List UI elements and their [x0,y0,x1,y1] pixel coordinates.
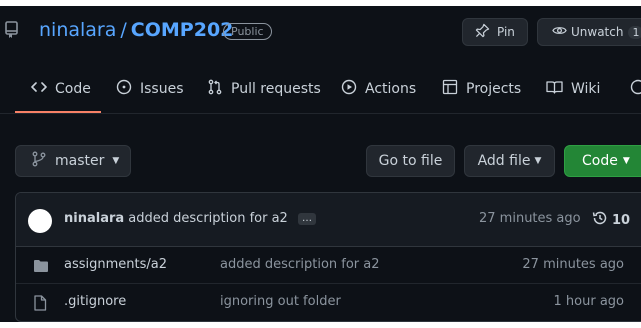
repo-owner-link[interactable]: ninalara [39,19,116,41]
visibility-badge: Public [223,23,272,40]
tab-pull-requests-label: Pull requests [231,81,321,97]
history-icon [592,210,608,230]
tab-overflow[interactable] [630,79,641,99]
commit-text[interactable]: added description for a2 [128,211,288,226]
tab-code-label: Code [55,81,91,97]
latest-commit: ninalara added description for a2 … 27 m… [16,193,641,247]
code-button[interactable]: Code ▼ [564,145,641,177]
eye-icon [552,23,567,41]
unwatch-label: Unwatch [571,25,624,39]
file-row: .gitignore ignoring out folder 1 hour ag… [16,284,641,321]
play-icon [341,79,365,99]
branch-name: master [55,153,105,169]
file-name[interactable]: .gitignore [64,294,126,309]
commit-message: ninalara added description for a2 … [64,211,316,226]
pin-label: Pin [497,25,515,39]
tab-wiki-label: Wiki [571,81,601,97]
branch-icon [32,151,46,171]
chevron-down-icon: ▼ [534,156,542,166]
pin-button[interactable]: Pin [462,18,528,46]
file-browser: ninalara added description for a2 … 27 m… [15,192,641,322]
commit-history-link[interactable]: 10 [592,210,630,230]
book-icon [546,79,571,99]
repo-page: ninalara/COMP202 Public Pin Unwatch 1 [0,6,641,322]
file-row: assignments/a2 added description for a2 … [16,247,641,284]
avatar[interactable] [28,209,52,233]
repo-name-link[interactable]: COMP202 [131,19,234,41]
repo-header: ninalara / COMP202 Public Pin Unwatch 1 [0,6,641,58]
folder-icon [33,258,49,277]
watch-count: 1 [628,25,641,39]
tab-issues[interactable]: Issues [116,79,184,99]
nav-divider [0,113,641,114]
unwatch-button[interactable]: Unwatch 1 [537,18,641,46]
code-button-label: Code [582,153,618,169]
file-commit-time: 27 minutes ago [522,257,624,272]
code-icon [31,79,55,99]
add-file-button[interactable]: Add file ▼ [464,145,555,177]
file-commit-time: 1 hour ago [553,294,624,309]
tab-actions[interactable]: Actions [341,79,416,99]
add-file-label: Add file [477,153,531,169]
file-commit-message[interactable]: added description for a2 [220,257,380,272]
pull-request-icon [207,79,231,99]
issue-icon [116,79,140,99]
table-icon [442,79,466,99]
expand-commit-button[interactable]: … [297,212,316,225]
repo-title: ninalara / COMP202 [39,19,233,41]
file-commit-message[interactable]: ignoring out folder [220,294,341,309]
chevron-down-icon: ▼ [622,156,630,166]
tab-wiki[interactable]: Wiki [546,79,600,99]
chevron-down-icon: ▼ [112,156,120,166]
go-to-file-button[interactable]: Go to file [366,145,455,177]
go-to-file-label: Go to file [378,153,443,169]
tab-projects-label: Projects [466,81,522,97]
tab-projects[interactable]: Projects [442,79,521,99]
repo-nav: Code Issues Pull requests Actions Projec… [0,58,641,114]
tab-pull-requests[interactable]: Pull requests [207,79,321,99]
file-name[interactable]: assignments/a2 [64,257,167,272]
tab-issues-label: Issues [140,81,184,97]
tab-code[interactable]: Code [31,79,91,99]
commit-time[interactable]: 27 minutes ago [479,211,581,226]
security-icon [630,79,641,99]
repo-separator: / [120,19,127,41]
tab-actions-label: Actions [365,81,417,97]
commit-author[interactable]: ninalara [64,211,124,226]
commit-count: 10 [612,212,631,228]
branch-selector[interactable]: master ▼ [15,145,131,177]
file-icon [33,295,47,315]
pin-icon [475,23,490,41]
repo-icon [4,21,20,43]
